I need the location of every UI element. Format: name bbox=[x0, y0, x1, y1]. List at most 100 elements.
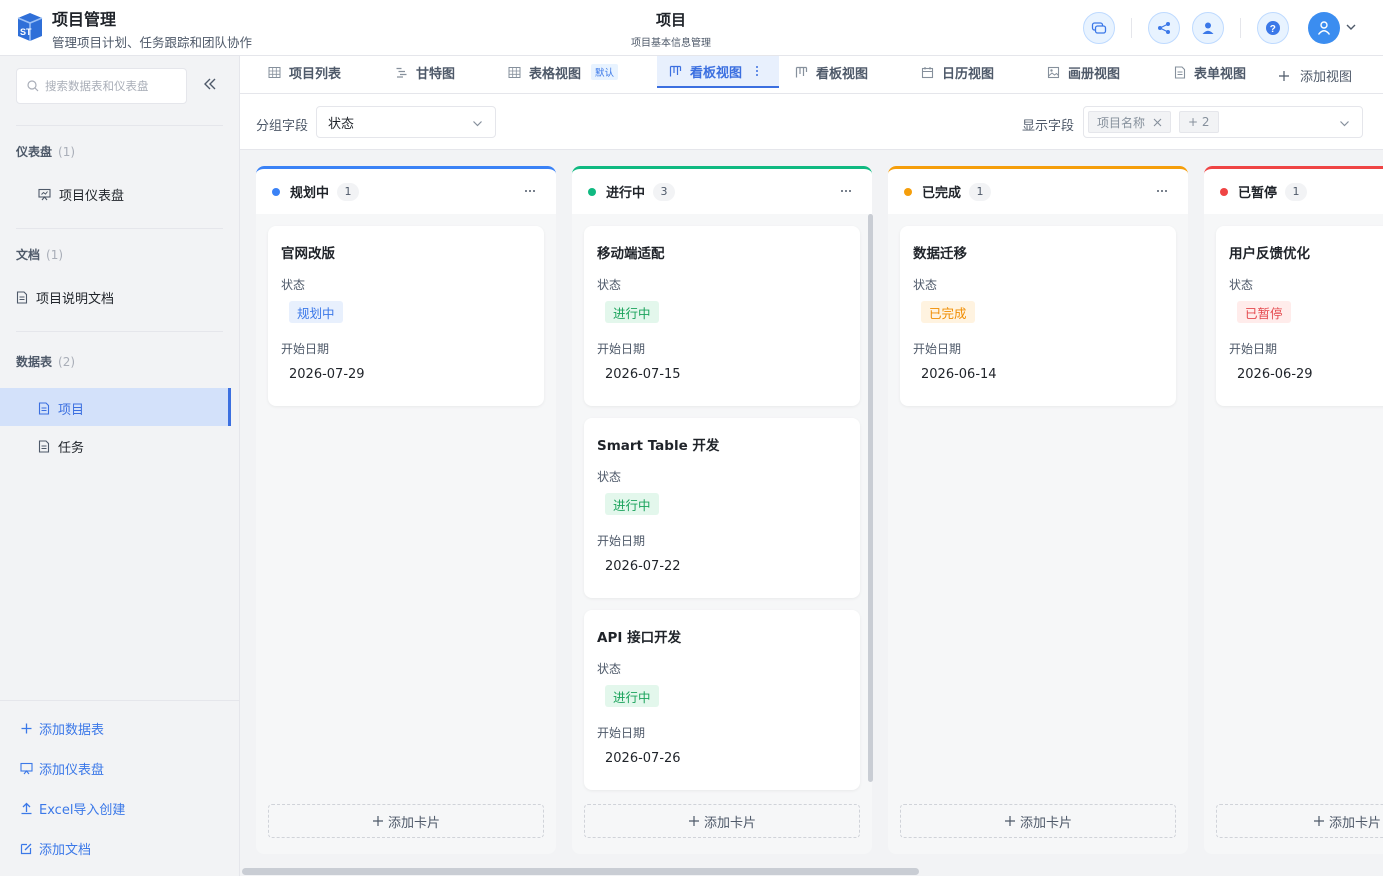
tab-calendar[interactable]: 日历视图 bbox=[921, 56, 994, 88]
app-title: 项目管理 bbox=[52, 10, 117, 29]
edit-icon bbox=[20, 843, 32, 855]
avatar[interactable] bbox=[1308, 12, 1340, 44]
add-card-button[interactable]: 添加卡片 bbox=[1216, 804, 1383, 838]
collapse-sidebar-icon[interactable] bbox=[202, 76, 218, 92]
add-card-button[interactable]: 添加卡片 bbox=[268, 804, 544, 838]
share-button[interactable] bbox=[1148, 12, 1180, 44]
search-input[interactable]: 搜索数据表和仪表盘 bbox=[16, 68, 187, 104]
board-horizontal-scrollbar[interactable] bbox=[242, 868, 919, 875]
status-label: 状态 bbox=[281, 278, 306, 292]
card-title: 用户反馈优化 bbox=[1229, 246, 1310, 262]
kanban-card[interactable]: 官网改版 状态 规划中 开始日期 2026-07-29 bbox=[268, 226, 544, 406]
tab-project-list[interactable]: 项目列表 bbox=[268, 56, 341, 88]
group-field-select[interactable]: 状态 bbox=[316, 106, 496, 138]
document-icon bbox=[16, 291, 28, 304]
card-title: API 接口开发 bbox=[597, 630, 682, 646]
calendar-icon bbox=[921, 66, 934, 78]
members-button[interactable] bbox=[1192, 12, 1224, 44]
kanban-card[interactable]: 用户反馈优化 状态 已暂停 开始日期 2026-06-29 bbox=[1216, 226, 1383, 406]
header-divider bbox=[1131, 18, 1132, 38]
column-scrollbar[interactable] bbox=[868, 214, 873, 782]
start-date-value: 2026-07-22 bbox=[605, 559, 681, 574]
chat-icon bbox=[1091, 22, 1107, 34]
tab-gallery[interactable]: 画册视图 bbox=[1047, 56, 1120, 88]
kanban-icon bbox=[669, 65, 682, 76]
status-label: 状态 bbox=[1229, 278, 1254, 292]
card-title: 数据迁移 bbox=[913, 246, 967, 262]
dashboard-icon bbox=[38, 188, 51, 201]
kanban-card[interactable]: 数据迁移 状态 已完成 开始日期 2026-06-14 bbox=[900, 226, 1176, 406]
close-icon[interactable] bbox=[1153, 118, 1162, 127]
section-tables: 数据表 (2) bbox=[16, 355, 76, 369]
status-badge: 已暂停 bbox=[1237, 301, 1291, 323]
tab-form[interactable]: 表单视图 bbox=[1174, 56, 1246, 88]
sidebar-item-project-doc[interactable]: 项目说明文档 bbox=[16, 288, 114, 307]
start-date-label: 开始日期 bbox=[281, 342, 330, 356]
app-subtitle: 管理项目计划、任务跟踪和团队协作 bbox=[52, 35, 253, 50]
chat-button[interactable] bbox=[1083, 12, 1115, 44]
status-dot bbox=[904, 187, 912, 196]
display-field-select[interactable]: 项目名称 + 2 bbox=[1083, 106, 1363, 138]
status-dot bbox=[1220, 187, 1228, 196]
add-document-button[interactable]: 添加文档 bbox=[20, 839, 91, 858]
more-horizontal-icon[interactable] bbox=[840, 185, 852, 197]
table-doc-icon bbox=[38, 402, 50, 415]
kanban-icon bbox=[795, 66, 808, 77]
column-count: 3 bbox=[653, 182, 676, 201]
chevron-down-icon bbox=[473, 121, 482, 127]
column-header: 进行中 3 bbox=[572, 166, 872, 214]
kanban-column-in-progress: 进行中 3 移动端适配 状态 进行中 开始日期 2026-07-15 Smart… bbox=[572, 166, 872, 854]
svg-text:ST: ST bbox=[20, 27, 32, 37]
start-date-label: 开始日期 bbox=[1229, 342, 1278, 356]
column-header: 已完成 1 bbox=[888, 166, 1188, 214]
kanban-card[interactable]: Smart Table 开发 状态 进行中 开始日期 2026-07-22 bbox=[584, 418, 860, 598]
group-field-label: 分组字段 bbox=[256, 119, 309, 134]
page-subtitle: 项目基本信息管理 bbox=[631, 38, 711, 49]
plus-icon bbox=[1313, 816, 1324, 826]
excel-import-button[interactable]: Excel导入创建 bbox=[20, 799, 125, 818]
chevron-down-icon[interactable] bbox=[1345, 21, 1357, 33]
start-date-label: 开始日期 bbox=[597, 534, 646, 548]
add-card-button[interactable]: 添加卡片 bbox=[584, 804, 860, 838]
sidebar-item-project-dashboard[interactable]: 项目仪表盘 bbox=[38, 185, 124, 204]
add-dashboard-button[interactable]: 添加仪表盘 bbox=[20, 759, 104, 778]
plus-icon bbox=[372, 816, 383, 826]
start-date-value: 2026-07-29 bbox=[289, 367, 365, 382]
kanban-column-planning: 规划中 1 官网改版 状态 规划中 开始日期 2026-07-29 添加卡片 bbox=[256, 166, 556, 854]
default-badge: 默认 bbox=[591, 64, 619, 80]
add-table-button[interactable]: 添加数据表 bbox=[20, 719, 104, 738]
kanban-card[interactable]: API 接口开发 状态 进行中 开始日期 2026-07-26 bbox=[584, 610, 860, 790]
tab-gantt[interactable]: 甘特图 bbox=[395, 56, 455, 88]
kanban-card[interactable]: 移动端适配 状态 进行中 开始日期 2026-07-15 bbox=[584, 226, 860, 406]
status-label: 状态 bbox=[913, 278, 938, 292]
add-card-button[interactable]: 添加卡片 bbox=[900, 804, 1176, 838]
tab-kanban-active[interactable]: 看板视图 bbox=[657, 56, 779, 88]
section-docs: 文档 (1) bbox=[16, 248, 64, 262]
tab-table-view[interactable]: 表格视图 默认 bbox=[508, 56, 619, 88]
card-title: 官网改版 bbox=[281, 246, 335, 262]
column-title: 进行中 bbox=[606, 186, 646, 201]
tab-kanban[interactable]: 看板视图 bbox=[795, 56, 868, 88]
start-date-label: 开始日期 bbox=[913, 342, 962, 356]
status-badge: 进行中 bbox=[605, 301, 659, 323]
column-count: 1 bbox=[1285, 182, 1308, 201]
sidebar-item-tasks[interactable]: 任务 bbox=[38, 437, 84, 456]
sidebar-divider bbox=[16, 228, 223, 229]
table-icon bbox=[268, 66, 281, 78]
view-tabs: 项目列表 甘特图 表格视图 默认 看板视图 看板视图 日历视图 画册视图 表单视… bbox=[240, 56, 1383, 94]
more-horizontal-icon[interactable] bbox=[524, 185, 536, 197]
sidebar-divider bbox=[16, 125, 223, 126]
gantt-icon bbox=[396, 67, 407, 78]
sidebar-selection-highlight bbox=[0, 388, 231, 426]
help-button[interactable]: ? bbox=[1257, 12, 1289, 44]
add-view-button[interactable]: 添加视图 bbox=[1278, 66, 1352, 85]
more-horizontal-icon[interactable] bbox=[1156, 185, 1168, 197]
header-divider bbox=[1240, 18, 1241, 38]
column-count: 1 bbox=[969, 182, 992, 201]
plus-icon bbox=[21, 723, 32, 734]
column-title: 已完成 bbox=[922, 186, 962, 201]
more-vertical-icon[interactable] bbox=[752, 65, 762, 77]
sidebar-item-projects[interactable]: 项目 bbox=[38, 399, 84, 418]
card-title: Smart Table 开发 bbox=[597, 438, 720, 454]
kanban-column-paused: 已暂停 1 用户反馈优化 状态 已暂停 开始日期 2026-06-29 添加卡片 bbox=[1204, 166, 1383, 854]
